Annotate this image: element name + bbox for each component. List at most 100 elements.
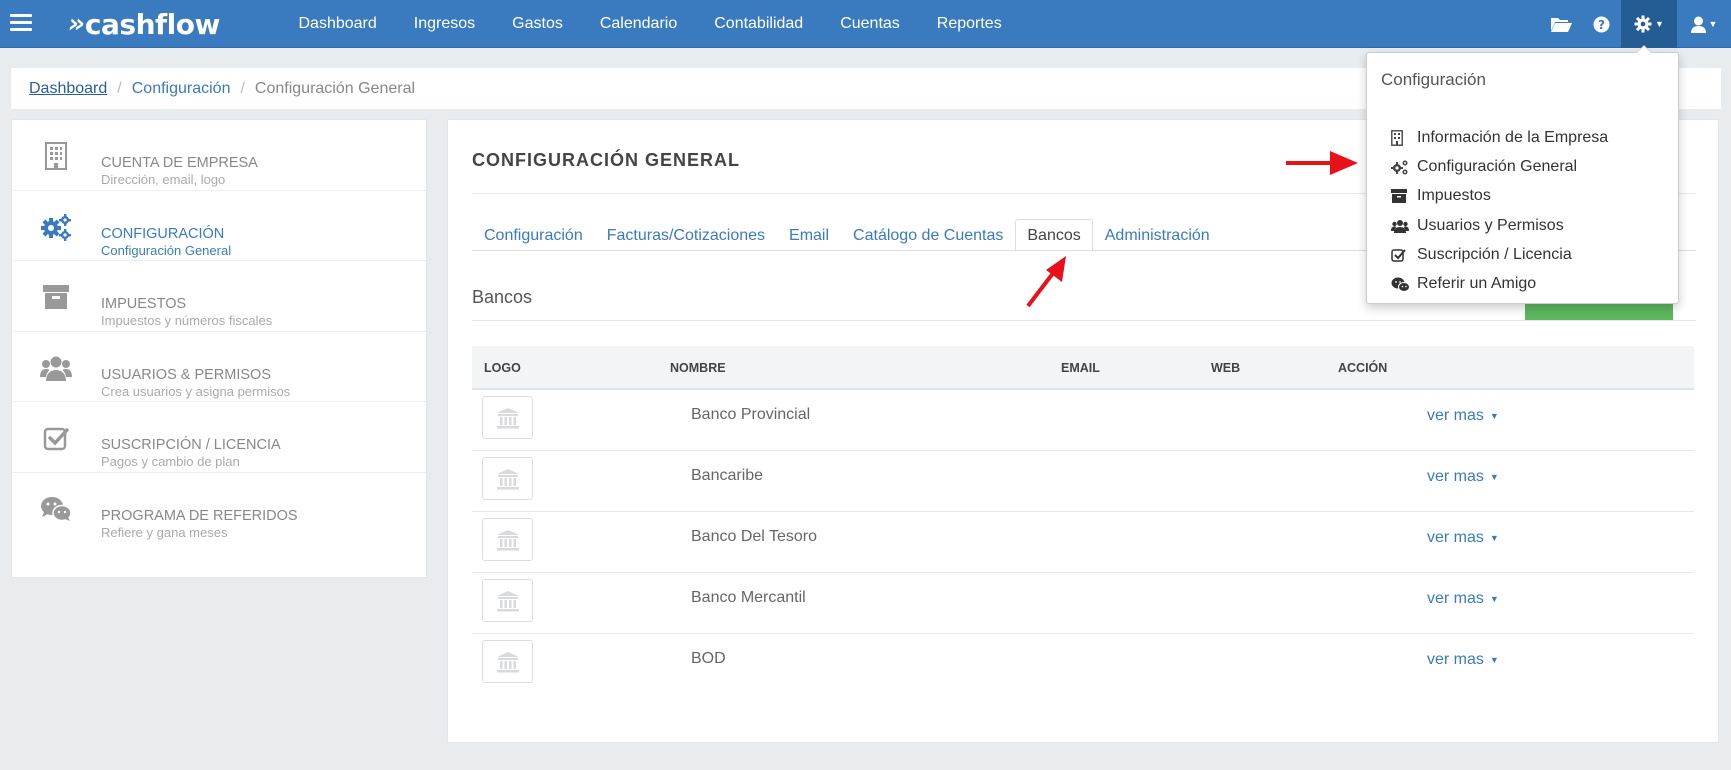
ver-mas-dropdown[interactable]: ver mas ▼	[1427, 407, 1499, 425]
dropdown-item-label: Referir un Amigo	[1417, 275, 1537, 292]
sidebar-item-subtitle: Refiere y gana meses	[101, 524, 228, 540]
annotation-arrow-right	[1286, 151, 1358, 175]
chevron-down-icon: ▼	[1708, 19, 1718, 29]
dropdown-item-impuestos[interactable]: Impuestos	[1391, 183, 1491, 209]
ver-mas-dropdown[interactable]: ver mas ▼	[1427, 590, 1499, 608]
action-label: ver mas	[1427, 529, 1484, 546]
settings-tabs: Configuración Facturas/Cotizaciones Emai…	[472, 219, 1222, 251]
tab-facturas[interactable]: Facturas/Cotizaciones	[595, 219, 777, 251]
gears-icon	[1391, 159, 1417, 175]
settings-sidebar: CUENTA DE EMPRESA Dirección, email, logo…	[11, 119, 427, 578]
menu-icon[interactable]	[10, 14, 32, 32]
ver-mas-dropdown[interactable]: ver mas ▼	[1427, 651, 1499, 669]
page-title: CONFIGURACIÓN GENERAL	[472, 150, 740, 170]
sidebar-item-title: USUARIOS & PERMISOS	[101, 366, 272, 383]
help-icon[interactable]: ?	[1581, 0, 1621, 48]
dropdown-header: Configuración	[1381, 70, 1486, 89]
user-icon[interactable]: ▼	[1677, 0, 1731, 48]
caret-down-icon: ▼	[1489, 471, 1499, 482]
sidebar-item-subtitle: Crea usuarios y asigna permisos	[101, 383, 291, 399]
sidebar-item-title: CUENTA DE EMPRESA	[101, 155, 258, 171]
tab-email[interactable]: Email	[777, 219, 841, 251]
archive-icon	[40, 283, 72, 311]
column-header-web: WEB	[1211, 361, 1241, 375]
dropdown-item-usuarios[interactable]: Usuarios y Permisos	[1391, 213, 1564, 239]
ver-mas-dropdown[interactable]: ver mas ▼	[1427, 529, 1499, 547]
sidebar-item-title: CONFIGURACIÓN	[101, 225, 225, 242]
nav-reportes[interactable]: Reportes	[918, 0, 1020, 48]
svg-text:?: ?	[1598, 18, 1605, 32]
tab-bancos[interactable]: Bancos	[1015, 219, 1093, 251]
bank-icon	[496, 529, 519, 550]
tab-administracion[interactable]: Administración	[1093, 219, 1222, 251]
dropdown-item-label: Información de la Empresa	[1417, 129, 1609, 146]
sidebar-item-subtitle: Dirección, email, logo	[101, 172, 226, 187]
nav-ingresos[interactable]: Ingresos	[395, 0, 493, 48]
action-label: ver mas	[1427, 407, 1484, 424]
sidebar-item-subtitle: Impuestos y números fiscales	[101, 313, 273, 328]
action-label: ver mas	[1427, 590, 1484, 607]
bank-logo-placeholder	[482, 579, 533, 622]
nav-dashboard[interactable]: Dashboard	[280, 0, 395, 48]
table-header: LOGO NOMBRE EMAIL WEB ACCIÓN	[472, 346, 1694, 390]
bank-logo-placeholder	[482, 640, 533, 683]
dropdown-item-label: Configuración General	[1417, 158, 1578, 175]
sidebar-item-usuarios[interactable]: USUARIOS & PERMISOS Crea usuarios y asig…	[12, 332, 426, 402]
check-square-icon	[40, 424, 72, 452]
divider	[472, 320, 1696, 321]
tab-configuracion[interactable]: Configuración	[472, 219, 595, 251]
bank-icon	[496, 651, 519, 672]
wechat-icon	[1391, 277, 1417, 292]
breadcrumb-current: Configuración General	[254, 79, 416, 97]
breadcrumb-dashboard[interactable]: Dashboard	[29, 80, 107, 98]
nav-calendario[interactable]: Calendario	[581, 0, 695, 48]
ver-mas-dropdown[interactable]: ver mas ▼	[1427, 468, 1499, 486]
users-icon	[1391, 219, 1417, 233]
wechat-icon	[40, 495, 72, 523]
gears-icon	[40, 213, 72, 241]
sidebar-item-title: IMPUESTOS	[101, 296, 187, 312]
sidebar-item-impuestos[interactable]: IMPUESTOS Impuestos y números fiscales	[12, 261, 426, 332]
caret-down-icon: ▼	[1489, 593, 1499, 604]
column-header-logo: LOGO	[484, 361, 521, 375]
check-square-icon	[1391, 248, 1417, 262]
archive-icon	[1391, 189, 1417, 203]
sidebar-item-referidos[interactable]: PROGRAMA DE REFERIDOS Refiere y gana mes…	[12, 473, 426, 544]
dropdown-item-referir[interactable]: Referir un Amigo	[1391, 271, 1536, 297]
nav-contabilidad[interactable]: Contabilidad	[696, 0, 822, 48]
caret-down-icon: ▼	[1489, 410, 1499, 421]
action-label: ver mas	[1427, 468, 1484, 485]
dropdown-item-label: Usuarios y Permisos	[1417, 217, 1564, 234]
table-row: BOD ver mas ▼	[472, 634, 1694, 695]
banks-table: LOGO NOMBRE EMAIL WEB ACCIÓN Banco Provi…	[472, 346, 1694, 695]
section-title: Bancos	[472, 287, 533, 307]
dropdown-item-configuracion-general[interactable]: Configuración General	[1391, 154, 1577, 180]
table-row: Banco Del Tesoro ver mas ▼	[472, 512, 1694, 573]
sidebar-item-configuracion[interactable]: CONFIGURACIÓN Configuración General	[12, 191, 426, 261]
tab-catalogo[interactable]: Catálogo de Cuentas	[841, 219, 1015, 251]
breadcrumb-configuracion[interactable]: Configuración	[132, 80, 231, 98]
bank-icon	[496, 407, 519, 428]
nav-right-icons: ? ▼ ▼	[1541, 0, 1731, 48]
table-row: Banco Provincial ver mas ▼	[472, 390, 1694, 451]
bank-logo-placeholder	[482, 396, 533, 439]
caret-down-icon: ▼	[1489, 654, 1499, 665]
brand-logo[interactable]: » cashflow	[68, 4, 220, 44]
gear-icon[interactable]: ▼	[1621, 0, 1677, 48]
top-navbar: » cashflow Dashboard Ingresos Gastos Cal…	[0, 0, 1731, 48]
sidebar-item-subtitle: Configuración General	[101, 242, 232, 258]
dropdown-item-informacion[interactable]: Información de la Empresa	[1391, 125, 1608, 151]
breadcrumb-separator: /	[117, 79, 122, 97]
bank-name: Banco Del Tesoro	[691, 528, 817, 545]
sidebar-item-cuenta-empresa[interactable]: CUENTA DE EMPRESA Dirección, email, logo	[12, 120, 426, 191]
nav-gastos[interactable]: Gastos	[494, 0, 582, 48]
column-header-nombre: NOMBRE	[670, 361, 726, 375]
building-icon	[1391, 130, 1417, 146]
brand-name: cashflow	[84, 7, 220, 41]
nav-cuentas[interactable]: Cuentas	[822, 0, 919, 48]
sidebar-item-suscripcion[interactable]: SUSCRIPCIÓN / LICENCIA Pagos y cambio de…	[12, 402, 426, 473]
dropdown-item-suscripcion[interactable]: Suscripción / Licencia	[1391, 242, 1572, 268]
dropdown-item-label: Suscripción / Licencia	[1417, 246, 1572, 263]
folder-open-icon[interactable]	[1541, 0, 1581, 48]
action-label: ver mas	[1427, 651, 1484, 668]
